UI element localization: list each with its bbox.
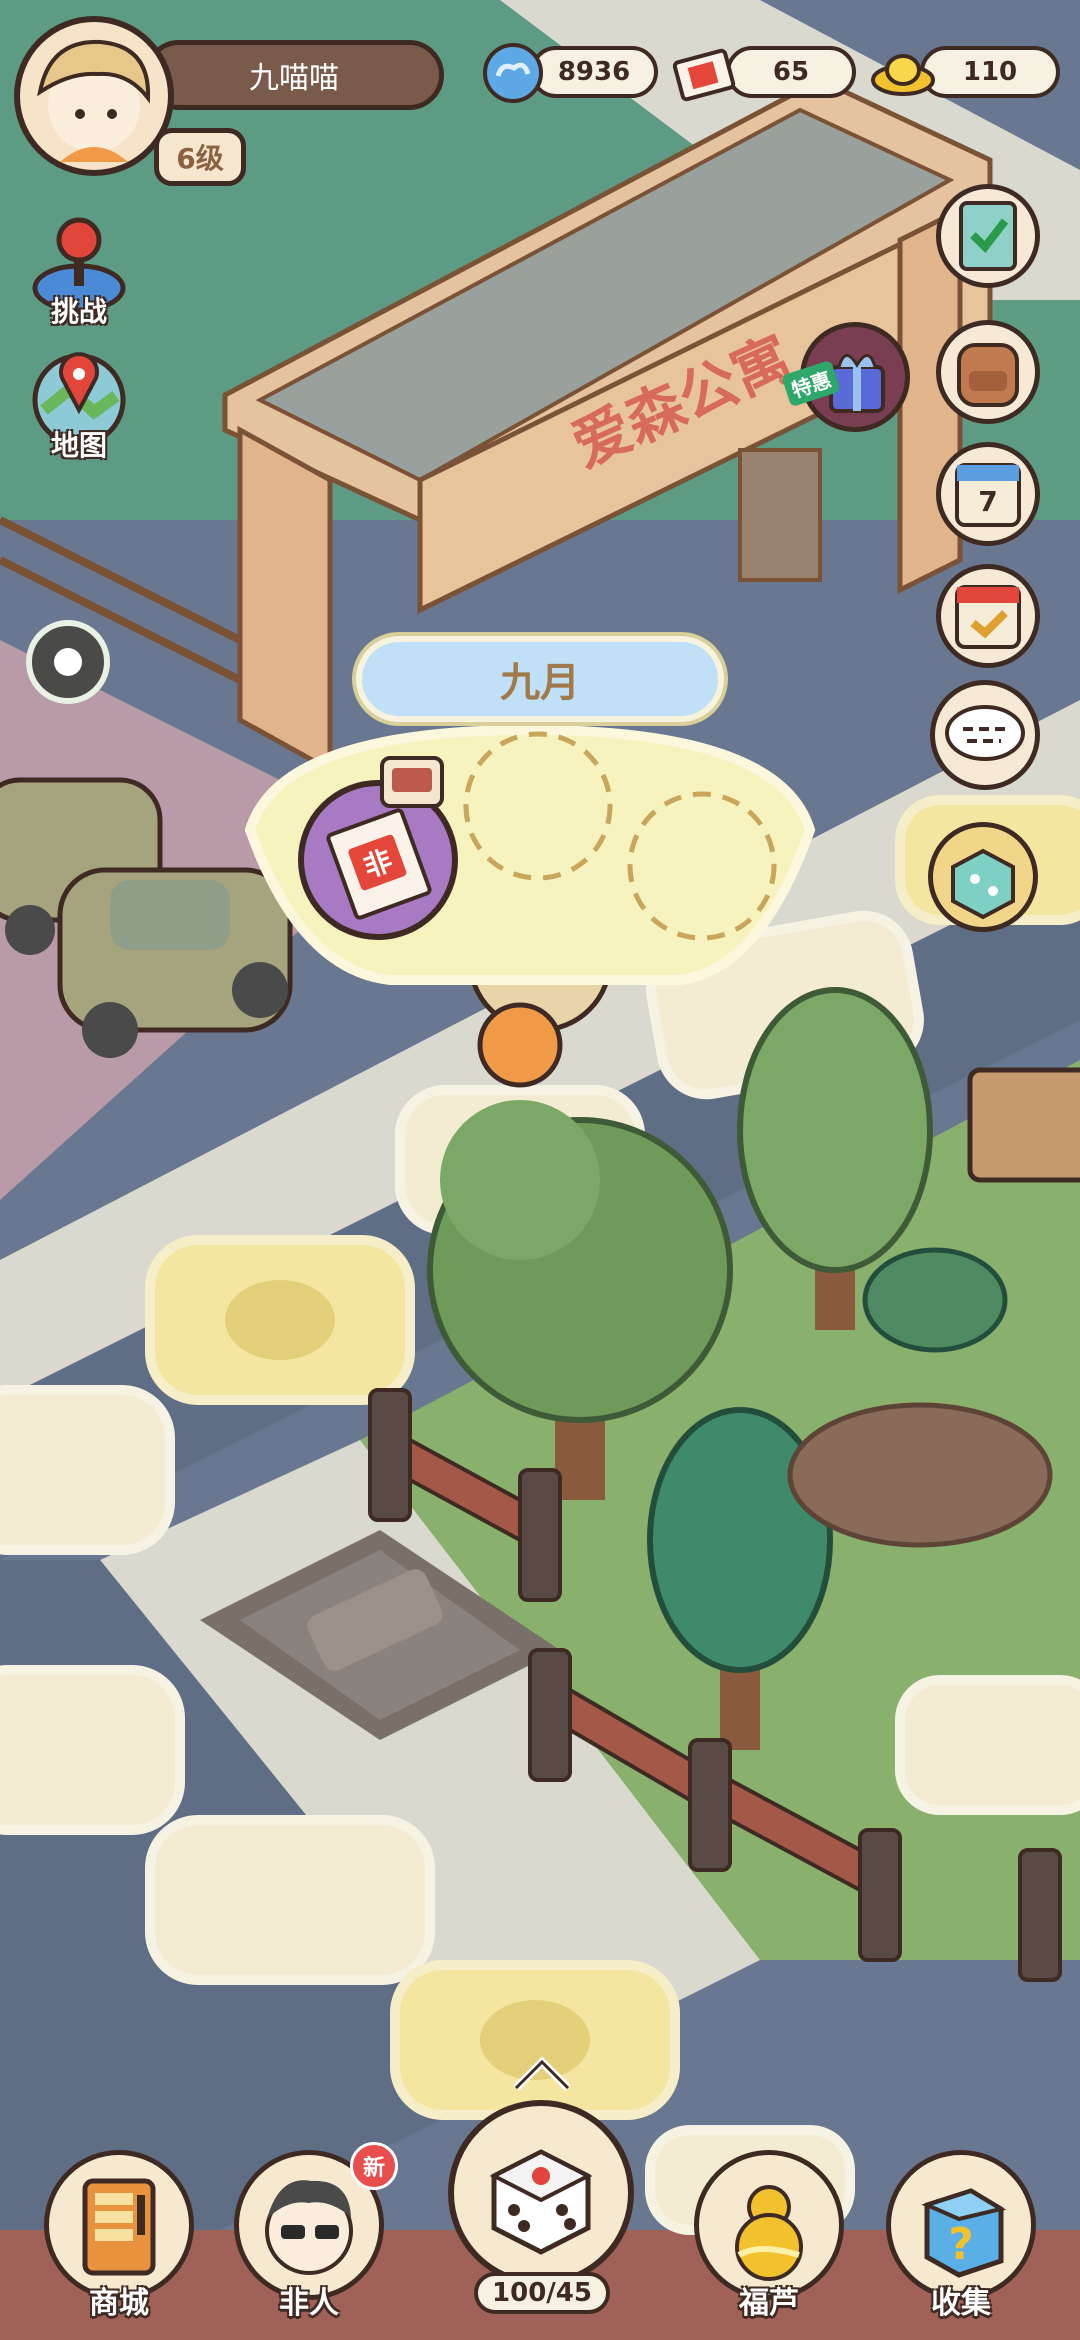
game-world-scene: 爱森公寓 xyxy=(0,0,1080,2340)
park-bench xyxy=(967,1067,1080,1183)
vending-machine-icon xyxy=(82,2178,156,2276)
task-clipboard-button[interactable] xyxy=(936,184,1040,288)
gold-ingot-counter[interactable]: 110 xyxy=(920,46,1060,98)
cloud-coin-counter[interactable]: 8936 xyxy=(530,46,658,98)
new-badge: 新 xyxy=(350,2142,398,2190)
ticket-char: 非 xyxy=(347,833,408,892)
gold-ingot-icon xyxy=(871,54,935,96)
player-level-badge: 6级 xyxy=(154,128,246,186)
month-label: 九月 xyxy=(356,636,724,722)
chat-bubble-icon xyxy=(945,705,1025,761)
backpack-icon xyxy=(957,343,1019,407)
dice-icon xyxy=(489,2149,593,2255)
joystick-toggle-button[interactable] xyxy=(26,620,110,704)
gourd-button[interactable]: 福芦 xyxy=(694,2150,844,2340)
fei-ticket-counter[interactable]: 65 xyxy=(726,46,856,98)
daily-calendar-button[interactable]: 7 xyxy=(936,442,1040,546)
gourd-label: 福芦 xyxy=(739,2286,799,2321)
dice-up-arrow-icon xyxy=(513,2056,571,2091)
shop-button[interactable]: 商城 xyxy=(44,2150,194,2340)
clipboard-check-icon xyxy=(959,201,1017,271)
feiren-label: 非人 xyxy=(279,2286,339,2321)
toggle-knob-icon xyxy=(54,648,82,676)
green-dice-icon xyxy=(951,848,1015,920)
shop-label: 商城 xyxy=(89,2286,149,2321)
player-avatar[interactable] xyxy=(14,16,174,176)
calendar-day: 7 xyxy=(978,485,998,518)
player-name: 九喵喵 xyxy=(249,61,339,96)
fei-ticket-icon: 非 xyxy=(324,806,434,922)
chat-button[interactable] xyxy=(930,680,1040,790)
dirt-pit xyxy=(787,1402,1053,1548)
cloud-coin-value: 8936 xyxy=(557,57,631,87)
backpack-button[interactable] xyxy=(936,320,1040,424)
checkin-calendar-button[interactable] xyxy=(936,564,1040,668)
fei-ticket-value: 65 xyxy=(772,57,810,87)
special-offer-gift-button[interactable]: 特惠 xyxy=(781,322,910,432)
challenge-button[interactable]: 挑战 xyxy=(24,290,134,330)
map-button[interactable]: 地图 xyxy=(24,424,134,464)
avatar-face-icon xyxy=(37,39,151,162)
gold-ingot-value: 110 xyxy=(962,57,1018,87)
cloud-coin-icon xyxy=(483,43,543,103)
roll-dice-button[interactable] xyxy=(448,2100,634,2286)
checkin-calendar-icon xyxy=(955,585,1021,649)
mystery-box-icon: ? xyxy=(921,2188,1007,2278)
dice-count: 100/45 xyxy=(474,2272,610,2314)
player-name-bar: 九喵喵 xyxy=(144,40,444,110)
fei-ticket-reward-slot[interactable]: 非 xyxy=(298,756,458,940)
fei-ticket-icon xyxy=(672,48,736,102)
player-profile[interactable]: 九喵喵 6级 xyxy=(14,16,444,186)
dice-bonus-button[interactable] xyxy=(928,822,1038,932)
collect-label: 收集 xyxy=(931,2286,991,2321)
tv-ad-icon xyxy=(380,756,444,808)
golden-gourd-icon xyxy=(735,2185,803,2281)
svg-text:?: ? xyxy=(948,2219,974,2270)
collect-button[interactable]: ? 收集 xyxy=(886,2150,1036,2340)
